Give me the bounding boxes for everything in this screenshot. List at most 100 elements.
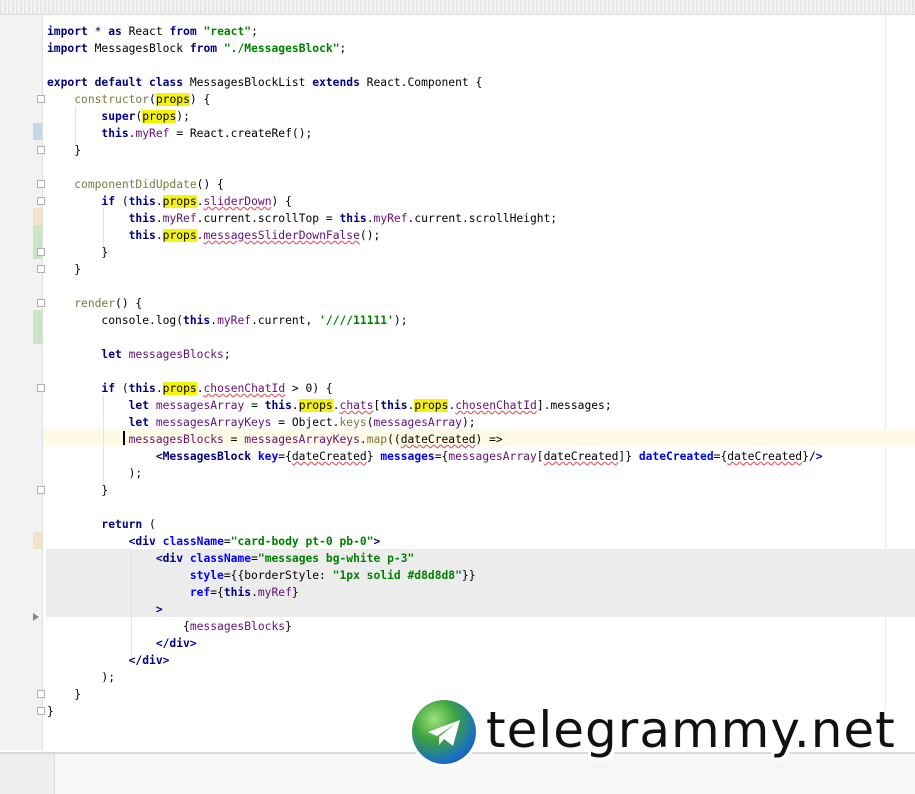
code-token: componentDidUpdate [74, 178, 197, 191]
code-token: }} [461, 569, 476, 582]
code-line[interactable]: <div className="card-body pt-0 pb-0"> [47, 533, 381, 550]
code-token: .current.scrollHeight; [407, 212, 558, 225]
fold-toggle-icon[interactable] [37, 95, 45, 103]
code-line[interactable]: if (this.props.sliderDown) { [47, 193, 292, 210]
code-token: ={{borderStyle: [223, 569, 333, 582]
code-line[interactable]: > [47, 601, 163, 618]
expand-arrow-icon[interactable] [33, 613, 39, 621]
code-line[interactable]: </div> [47, 652, 170, 669]
code-token: > 0) { [285, 382, 333, 395]
code-token: key [257, 450, 279, 463]
code-line[interactable]: super(props); [47, 108, 190, 125]
code-line[interactable]: this.myRef.current.scrollTop = this.myRe… [47, 210, 558, 227]
code-line[interactable]: render() { [47, 295, 142, 312]
code-line[interactable]: constructor(props) { [47, 91, 210, 108]
code-line[interactable]: let messagesArray = this.props.chats[thi… [47, 397, 612, 414]
code-token: messagesBlocks [128, 433, 224, 446]
code-token: <div [155, 552, 184, 565]
change-marker[interactable] [33, 208, 42, 225]
code-token: export default class [47, 76, 184, 89]
code-token: ]} [618, 450, 639, 463]
code-token: .current, [251, 314, 320, 327]
code-token: ={ [713, 450, 728, 463]
change-marker[interactable] [33, 123, 42, 140]
code-token: ); [461, 416, 476, 429]
code-line[interactable]: } [47, 482, 108, 499]
code-line[interactable]: componentDidUpdate() { [47, 176, 224, 193]
code-token: this [264, 399, 292, 412]
fold-toggle-icon[interactable] [37, 690, 45, 698]
code-token: (); [359, 229, 381, 242]
code-token: chosenChatId [203, 382, 286, 395]
code-line[interactable]: } [47, 142, 81, 159]
fold-toggle-icon[interactable] [37, 248, 45, 256]
code-line[interactable]: import * as React from "react"; [47, 23, 258, 40]
code-line[interactable]: console.log(this.myRef.current, '////111… [47, 312, 407, 329]
code-token: = [244, 399, 265, 412]
code-line[interactable]: {messagesBlocks} [47, 618, 292, 635]
code-token: } [291, 586, 299, 599]
code-token: messagesArrayKeys [155, 416, 272, 429]
code-line[interactable]: import MessagesBlock from "./MessagesBlo… [47, 40, 346, 57]
code-line[interactable]: let messagesArrayKeys = Object.keys(mess… [47, 414, 476, 431]
code-line[interactable]: ref={this.myRef} [47, 584, 299, 601]
code-line[interactable]: messagesBlocks = messagesArrayKeys.map((… [47, 431, 503, 448]
code-token: } [47, 705, 54, 718]
text-cursor [123, 431, 125, 445]
code-token: ; [339, 42, 347, 55]
code-token: . [155, 229, 163, 242]
code-token: props [414, 399, 449, 412]
code-line[interactable]: this.props.messagesSliderDownFalse(); [47, 227, 380, 244]
paper-plane-icon [428, 720, 460, 746]
code-line[interactable]: } [47, 261, 81, 278]
code-token: props [162, 229, 197, 242]
change-marker[interactable] [33, 310, 42, 344]
code-token: MessagesBlockList [183, 76, 313, 89]
code-token: "react" [203, 25, 252, 38]
code-line[interactable]: <div className="messages bg-white p-3" [47, 550, 415, 567]
code-token: "1px solid #d8d8d8" [332, 569, 462, 582]
code-line[interactable]: export default class MessagesBlockList e… [47, 74, 482, 91]
code-line[interactable]: ); [47, 669, 115, 686]
change-marker[interactable] [33, 532, 42, 549]
fold-toggle-icon[interactable] [37, 180, 45, 188]
code-line[interactable]: } [47, 244, 108, 261]
watermark-text: telegrammy.net [486, 701, 896, 759]
fold-toggle-icon[interactable] [37, 146, 45, 154]
fold-toggle-icon[interactable] [37, 197, 45, 205]
code-line[interactable]: <MessagesBlock key={dateCreated} message… [47, 448, 823, 465]
fold-toggle-icon[interactable] [37, 299, 45, 307]
code-line[interactable]: style={{borderStyle: "1px solid #d8d8d8"… [47, 567, 476, 584]
code-token: ={ [210, 586, 224, 599]
code-line[interactable]: let messagesBlocks; [47, 346, 230, 363]
code-line[interactable]: ); [47, 465, 143, 482]
code-token: React [121, 25, 170, 38]
fold-toggle-icon[interactable] [37, 707, 45, 715]
code-token: . [366, 212, 374, 225]
fold-toggle-icon[interactable] [37, 384, 45, 392]
code-line[interactable]: this.myRef = React.createRef(); [47, 125, 312, 142]
code-token: messages [380, 450, 435, 463]
code-token: ) => [475, 433, 503, 446]
fold-toggle-icon[interactable] [37, 265, 45, 273]
code-line[interactable]: } [47, 686, 81, 703]
code-token: messagesArray [373, 416, 462, 429]
code-line[interactable]: } [47, 703, 54, 720]
fold-toggle-icon[interactable] [37, 486, 45, 494]
code-token: this [128, 195, 156, 208]
code-token: = [251, 552, 258, 565]
code-token: map [366, 433, 388, 446]
code-line[interactable]: if (this.props.chosenChatId > 0) { [47, 380, 333, 397]
code-token: . [196, 382, 204, 395]
code-line[interactable]: return ( [47, 516, 155, 533]
code-line[interactable]: </div> [47, 635, 197, 652]
